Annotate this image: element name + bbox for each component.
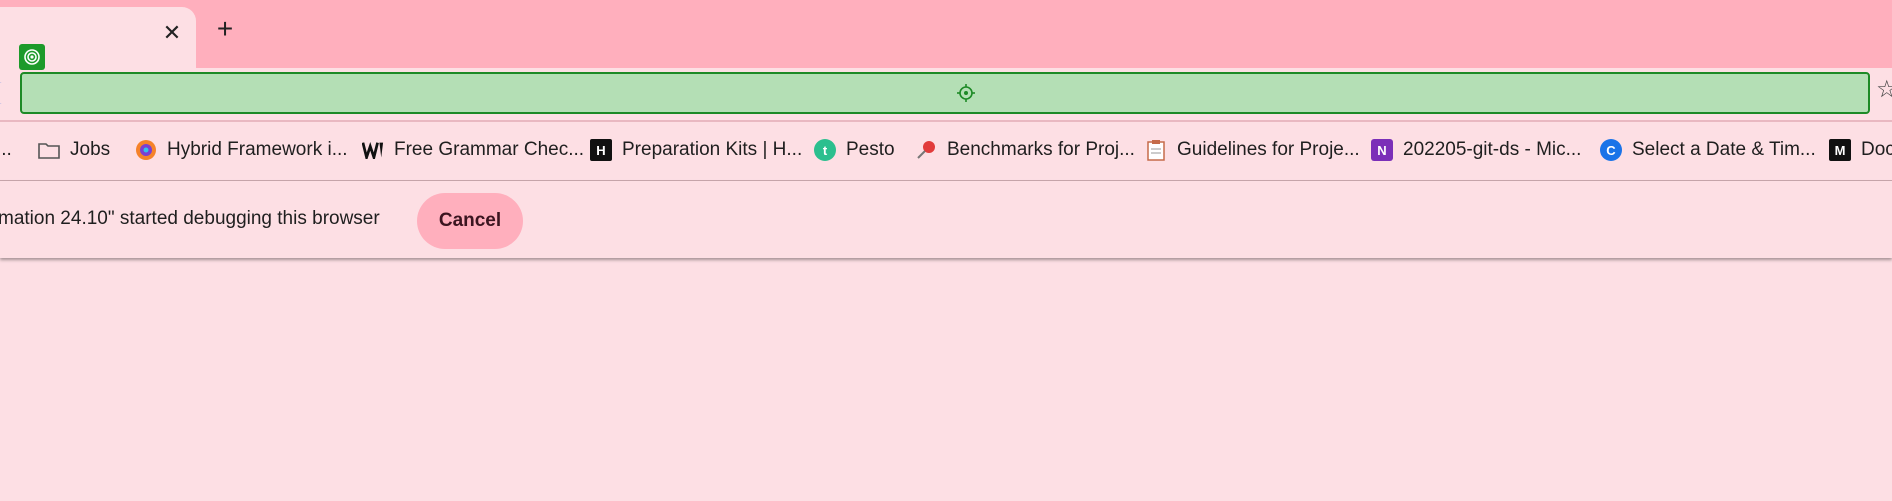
pesto-glyph: t <box>822 142 828 158</box>
hackerrank-icon: H <box>590 139 612 161</box>
bookmark-folder-jobs[interactable]: Jobs <box>38 134 110 166</box>
bookmark-star-icon[interactable]: ☆ <box>1876 78 1892 102</box>
bookmark-item[interactable]: Free Grammar Chec... <box>362 134 584 166</box>
bookmark-item[interactable]: N 202205-git-ds - Mic... <box>1371 134 1581 166</box>
bookmark-item[interactable]: Guidelines for Proje... <box>1145 134 1360 166</box>
clipboard-icon <box>1145 139 1167 161</box>
onenote-glyph: N <box>1377 142 1387 158</box>
firefox-like-icon <box>135 139 157 161</box>
bookmark-item[interactable]: t Pesto <box>814 134 895 166</box>
m-logo-glyph: M <box>1834 142 1846 158</box>
bookmark-item[interactable]: Benchmarks for Proj... <box>915 134 1135 166</box>
pushpin-icon <box>915 139 937 161</box>
radar-icon <box>24 49 40 65</box>
bookmark-label: Jobs <box>70 139 111 160</box>
bookmark-label: ... <box>0 139 12 160</box>
pesto-icon: t <box>814 139 836 161</box>
bookmark-label: Preparation Kits | H... <box>622 139 803 160</box>
reload-icon[interactable] <box>0 82 7 104</box>
bookmark-label: Benchmarks for Proj... <box>947 139 1135 160</box>
hackerrank-glyph: H <box>596 142 606 158</box>
calendly-glyph: C <box>1606 142 1616 158</box>
bookmark-item[interactable]: C Select a Date & Tim... <box>1600 134 1816 166</box>
close-tab-icon[interactable]: ✕ <box>162 22 182 44</box>
address-bar[interactable] <box>20 72 1870 114</box>
m-logo-icon: M <box>1829 139 1851 161</box>
bookmark-label: Hybrid Framework i... <box>167 139 348 160</box>
debugging-infobar: mation 24.10" started debugging this bro… <box>0 181 1892 258</box>
bookmark-label: Pesto <box>846 139 895 160</box>
calendly-icon: C <box>1600 139 1622 161</box>
bookmark-item[interactable]: Hybrid Framework i... <box>135 134 348 166</box>
folder-icon <box>38 139 60 161</box>
onenote-icon: N <box>1371 139 1393 161</box>
automation-target-badge <box>19 44 45 70</box>
bookmark-item[interactable]: M Doc <box>1829 134 1892 166</box>
bookmark-label: Free Grammar Chec... <box>394 139 585 160</box>
bookmark-label: Select a Date & Tim... <box>1632 139 1816 160</box>
cancel-button[interactable]: Cancel <box>417 193 523 249</box>
infobar-message: mation 24.10" started debugging this bro… <box>0 208 380 229</box>
page-content <box>0 260 1892 501</box>
bookmarks-bar: ... Jobs Hybrid Framework i... Free Gram… <box>0 122 1892 181</box>
w-logo-icon <box>362 139 384 161</box>
bookmark-truncated[interactable]: ... <box>0 134 12 166</box>
tab-strip: ✕ + <box>0 0 1892 68</box>
bookmark-item[interactable]: H Preparation Kits | H... <box>590 134 802 166</box>
bookmark-label: Doc <box>1861 139 1892 160</box>
crosshair-target-icon <box>957 84 975 102</box>
new-tab-button[interactable]: + <box>212 15 238 43</box>
bookmark-label: Guidelines for Proje... <box>1177 139 1360 160</box>
bookmark-label: 202205-git-ds - Mic... <box>1403 139 1582 160</box>
